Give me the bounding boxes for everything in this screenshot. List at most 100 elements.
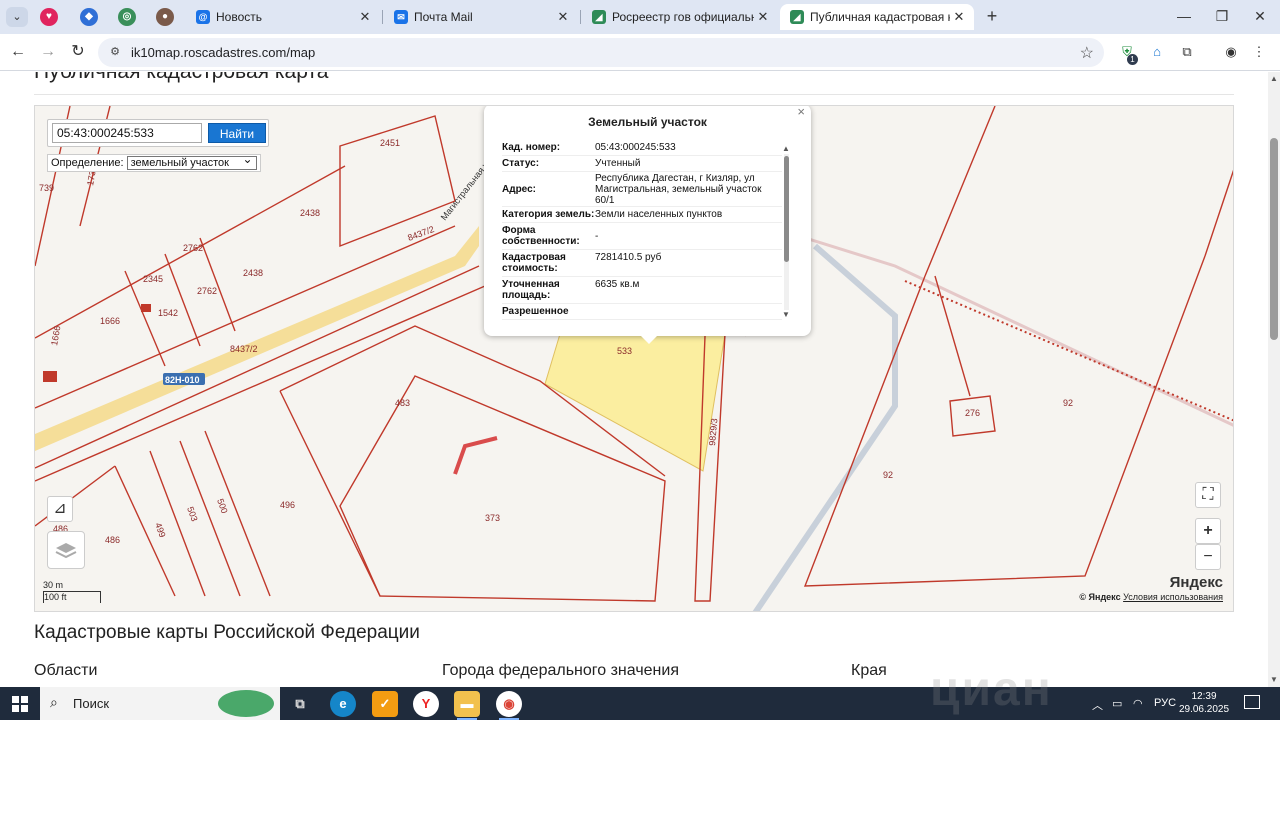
column-heading-krais[interactable]: Края bbox=[851, 662, 887, 680]
page-scrollbar[interactable]: ▲ ▼ bbox=[1268, 72, 1280, 687]
pinned-tab-heart-icon[interactable]: ♥ bbox=[40, 8, 58, 26]
back-arrow-icon[interactable]: ← bbox=[8, 42, 28, 62]
task-view-icon[interactable]: ⧉ bbox=[287, 691, 313, 717]
scroll-thumb[interactable] bbox=[784, 156, 789, 262]
column-heading-regions[interactable]: Области bbox=[34, 662, 97, 680]
map-label: 1666 bbox=[49, 325, 62, 346]
page-content: Публичная кадастровая карта bbox=[0, 72, 1268, 687]
zoom-in-button[interactable]: + bbox=[1195, 518, 1221, 544]
scroll-up-icon[interactable]: ▲ bbox=[782, 144, 790, 153]
notifications-icon[interactable] bbox=[1244, 695, 1260, 709]
scroll-up-icon[interactable]: ▲ bbox=[1270, 74, 1278, 83]
clock[interactable]: 12:39 29.06.2025 bbox=[1176, 690, 1232, 716]
file-explorer-icon[interactable]: ▬ bbox=[454, 691, 480, 720]
tab-title: Новость bbox=[216, 10, 263, 24]
tab-cadastral-map[interactable]: ◢ Публичная кадастровая карта ✕ bbox=[780, 4, 974, 30]
column-heading-federal-cities[interactable]: Города федерального значения bbox=[442, 662, 679, 680]
info-value: 7281410.5 руб bbox=[595, 252, 662, 263]
layers-icon[interactable] bbox=[47, 531, 85, 569]
minimize-icon[interactable]: — bbox=[1174, 6, 1194, 26]
small-red-parcel bbox=[141, 304, 151, 312]
popup-body: Кад. номер: 05:43:000245:533 Статус: Учтен… bbox=[502, 140, 782, 324]
map-label: 499 bbox=[153, 521, 168, 539]
tasks-app-icon[interactable]: ✓ bbox=[372, 691, 398, 717]
bookmark-star-icon[interactable]: ☆ bbox=[1080, 43, 1094, 63]
info-key: Категория земель: bbox=[502, 209, 595, 220]
maximize-icon[interactable]: ❐ bbox=[1212, 6, 1232, 26]
forward-arrow-icon[interactable]: → bbox=[38, 42, 58, 62]
wifi-icon[interactable]: ◠ bbox=[1133, 697, 1143, 710]
popup-scrollbar[interactable]: ▲ ▼ bbox=[782, 144, 790, 322]
info-value: - bbox=[595, 230, 599, 242]
yandex-browser-icon[interactable]: Y bbox=[413, 691, 439, 717]
address-bar[interactable]: ⚙ ik10map.roscadastres.com/map ☆ bbox=[98, 38, 1104, 67]
map-label: 503 bbox=[185, 505, 200, 523]
url-text[interactable]: ik10map.roscadastres.com/map bbox=[131, 45, 315, 60]
find-button[interactable]: Найти bbox=[208, 123, 266, 143]
zoom-out-button[interactable]: − bbox=[1195, 544, 1221, 570]
info-row: Кадастровая стоимость: 7281410.5 руб bbox=[502, 250, 782, 277]
ruler-icon[interactable]: ⊿ bbox=[47, 496, 73, 522]
rosreestr-icon: ◢ bbox=[592, 10, 606, 24]
scroll-thumb[interactable] bbox=[1270, 138, 1278, 340]
definition-row: Определение: земельный участок bbox=[47, 153, 261, 172]
info-key: Уточненная площадь: bbox=[502, 279, 560, 301]
definition-select[interactable]: земельный участок bbox=[126, 153, 257, 170]
extension-house-icon[interactable]: ⌂ bbox=[1148, 43, 1166, 61]
close-tab-icon[interactable]: ✕ bbox=[950, 9, 968, 25]
language-indicator[interactable]: РУС bbox=[1154, 697, 1176, 709]
info-key: Разрешенное bbox=[502, 306, 569, 317]
tab-rosreestr[interactable]: ◢ Росреестр гов официальный с ✕ bbox=[582, 4, 778, 30]
terms-link[interactable]: Условия использования bbox=[1123, 592, 1223, 602]
road-shield-label: 82Н-010 bbox=[165, 375, 200, 385]
search-highlight-image bbox=[218, 690, 274, 717]
map-label: 276 bbox=[965, 408, 980, 418]
scroll-down-icon[interactable]: ▼ bbox=[1270, 675, 1278, 684]
scale-bar: 30 m 100 ft bbox=[43, 580, 101, 603]
tab-mail[interactable]: ✉ Почта Mail ✕ bbox=[384, 4, 578, 30]
reload-icon[interactable]: ↻ bbox=[68, 42, 88, 62]
tray-chevron-icon[interactable]: ︿ bbox=[1092, 697, 1103, 713]
edge-browser-icon[interactable]: e bbox=[330, 691, 356, 717]
popup-pointer bbox=[639, 334, 659, 344]
map-label: 2438 bbox=[243, 268, 263, 278]
map-label: 1542 bbox=[158, 308, 178, 318]
small-red-parcel bbox=[43, 371, 57, 382]
taskbar: ⌕ Поиск ⧉ e ✓ Y ▬ ◉ ︿ ▭ ◠ РУС 12:39 29.0… bbox=[0, 687, 1280, 720]
network-icon[interactable]: ▭ bbox=[1112, 697, 1122, 710]
window-close-icon[interactable]: ✕ bbox=[1250, 6, 1270, 26]
selected-parcel[interactable] bbox=[544, 333, 726, 472]
tab-news[interactable]: @ Новость ✕ bbox=[186, 4, 380, 30]
map-label: 533 bbox=[617, 346, 632, 356]
fullscreen-icon[interactable]: ⛶ bbox=[1195, 482, 1221, 508]
cadastral-map[interactable]: 2451 739 1739 2438 2762 2438 2345 2762 1… bbox=[34, 105, 1234, 612]
chrome-icon[interactable]: ◉ bbox=[496, 691, 522, 720]
map-label: 373 bbox=[485, 513, 500, 523]
map-label: 2345 bbox=[143, 274, 163, 284]
close-tab-icon[interactable]: ✕ bbox=[754, 9, 772, 25]
screen: ⌄ ♥ ◆ ◎ ● @ Новость ✕ ✉ Почта Mail ✕ ◢ Р… bbox=[0, 0, 1280, 827]
pinned-tab-avatar-icon[interactable]: ● bbox=[156, 8, 174, 26]
map-label: 1666 bbox=[100, 316, 120, 326]
pinned-tab-circle-icon[interactable]: ◎ bbox=[118, 8, 136, 26]
tab-divider bbox=[382, 10, 383, 24]
tab-search-chevron-icon[interactable]: ⌄ bbox=[6, 7, 28, 27]
profile-icon[interactable]: ◉ bbox=[1222, 43, 1240, 61]
extensions-puzzle-icon[interactable]: ⧉ bbox=[1178, 43, 1196, 61]
new-tab-plus-icon[interactable]: + bbox=[982, 6, 1002, 26]
tab-title: Публичная кадастровая карта bbox=[810, 10, 950, 24]
close-tab-icon[interactable]: ✕ bbox=[554, 9, 572, 25]
taskbar-search[interactable]: ⌕ Поиск bbox=[40, 687, 280, 720]
scale-metric: 30 m bbox=[43, 580, 64, 590]
windows-start-icon[interactable] bbox=[12, 696, 28, 712]
info-row: Форма собственности: - bbox=[502, 223, 782, 250]
map-label: 2451 bbox=[380, 138, 400, 148]
close-tab-icon[interactable]: ✕ bbox=[356, 9, 374, 25]
scroll-down-icon[interactable]: ▼ bbox=[782, 310, 790, 319]
site-settings-icon[interactable]: ⚙ bbox=[108, 45, 122, 59]
tab-strip: ⌄ ♥ ◆ ◎ ● @ Новость ✕ ✉ Почта Mail ✕ ◢ Р… bbox=[0, 0, 1280, 34]
cadastral-number-input[interactable] bbox=[52, 123, 202, 143]
pinned-tab-app-icon[interactable]: ◆ bbox=[80, 8, 98, 26]
menu-kebab-icon[interactable]: ⋮ bbox=[1250, 43, 1268, 61]
red-marker bbox=[453, 436, 498, 475]
